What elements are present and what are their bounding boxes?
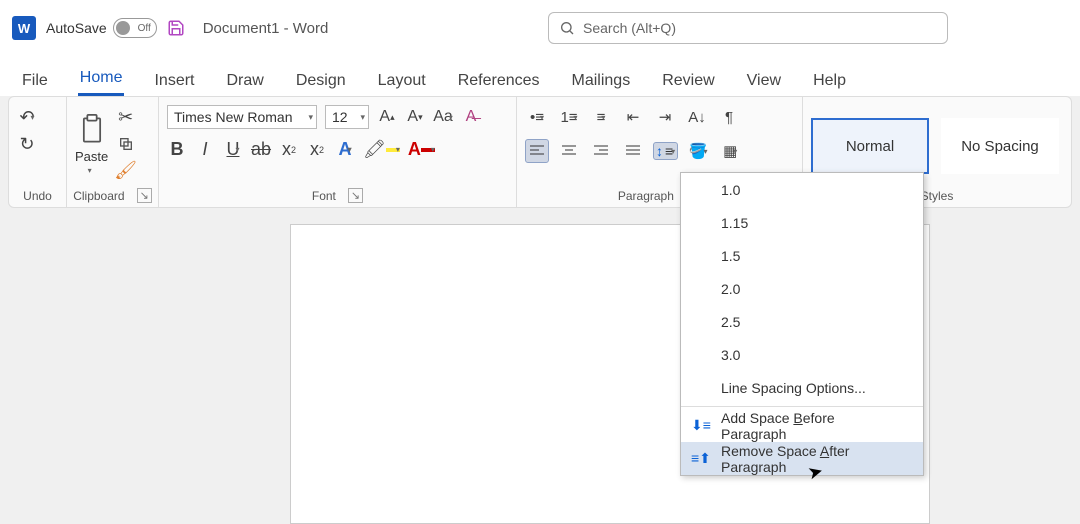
style-normal[interactable]: Normal (811, 118, 929, 174)
save-icon[interactable] (167, 19, 185, 37)
title-bar: W AutoSave Off Document1 - Word Search (… (0, 0, 1080, 56)
bullets-icon[interactable]: •≡▾ (525, 105, 549, 129)
spacing-1-0[interactable]: 1.0 (681, 173, 923, 206)
bold-icon[interactable]: B (167, 139, 187, 160)
tab-help[interactable]: Help (811, 66, 848, 96)
spacing-2-0[interactable]: 2.0 (681, 272, 923, 305)
subscript-icon[interactable]: x2 (279, 139, 299, 160)
word-app-icon: W (12, 16, 36, 40)
menu-separator (681, 406, 923, 407)
tab-mailings[interactable]: Mailings (570, 66, 633, 96)
superscript-icon[interactable]: x2 (307, 139, 327, 160)
group-label-undo: Undo (17, 187, 58, 205)
tab-review[interactable]: Review (660, 66, 716, 96)
line-spacing-options[interactable]: Line Spacing Options... (681, 371, 923, 404)
tab-home[interactable]: Home (78, 63, 125, 96)
align-center-icon[interactable] (557, 139, 581, 163)
show-marks-icon[interactable]: ¶ (717, 105, 741, 129)
autosave-control[interactable]: AutoSave Off (46, 18, 157, 38)
cut-icon[interactable]: ✂ (114, 107, 137, 128)
style-no-spacing[interactable]: No Spacing (941, 118, 1059, 174)
font-launcher[interactable]: ↘ (348, 188, 363, 203)
group-label-clipboard: Clipboard (73, 189, 124, 203)
search-placeholder: Search (Alt+Q) (583, 20, 676, 36)
chevron-down-icon: ▾ (360, 112, 365, 123)
shrink-font-icon[interactable]: A▾ (405, 108, 425, 126)
search-icon (559, 20, 575, 36)
spacing-1-5[interactable]: 1.5 (681, 239, 923, 272)
group-label-styles: Styles (921, 189, 954, 203)
tab-draw[interactable]: Draw (224, 66, 265, 96)
add-space-before-icon: ⬇≡ (691, 417, 711, 434)
spacing-2-5[interactable]: 2.5 (681, 305, 923, 338)
group-font: Times New Roman▾ 12▾ A▴ A▾ Aa▾ A̶ B I U▾… (159, 97, 517, 207)
copy-icon[interactable] (114, 136, 137, 152)
add-space-before[interactable]: ⬇≡ Add Space Before Paragraph (681, 409, 923, 442)
group-label-font: Font (312, 189, 336, 203)
document-title: Document1 - Word (203, 20, 329, 37)
highlight-icon[interactable]: 🖍▾ (363, 139, 400, 160)
increase-indent-icon[interactable]: ⇥ (653, 105, 677, 129)
clear-format-icon[interactable]: A̶ (461, 108, 481, 126)
numbering-icon[interactable]: 1≡▾ (557, 105, 581, 129)
ribbon-tabs: File Home Insert Draw Design Layout Refe… (0, 56, 1080, 96)
italic-icon[interactable]: I (195, 139, 215, 160)
chevron-down-icon: ▾ (308, 112, 313, 123)
justify-icon[interactable] (621, 139, 645, 163)
borders-icon[interactable]: ▦▾ (718, 139, 742, 163)
font-size-select[interactable]: 12▾ (325, 105, 369, 129)
autosave-label: AutoSave (46, 20, 107, 36)
add-space-before-label: Add Space Before Paragraph (721, 410, 903, 442)
sort-icon[interactable]: A↓ (685, 105, 709, 129)
multilevel-icon[interactable]: ≡▾ (589, 105, 613, 129)
change-case-icon[interactable]: Aa▾ (433, 108, 453, 126)
format-painter-icon[interactable]: 🖌 (114, 160, 137, 181)
toggle-knob (116, 21, 130, 35)
text-effects-icon[interactable]: A▾ (335, 139, 355, 160)
remove-space-after[interactable]: ≡⬆Remove Space After Paragraph (681, 442, 923, 475)
paste-label: Paste (75, 149, 108, 164)
spacing-1-15[interactable]: 1.15 (681, 206, 923, 239)
underline-icon[interactable]: U▾ (223, 139, 243, 160)
clipboard-launcher[interactable]: ↘ (137, 188, 152, 203)
align-left-icon[interactable] (525, 139, 549, 163)
font-color-icon[interactable]: A▾ (408, 139, 435, 160)
grow-font-icon[interactable]: A▴ (377, 108, 397, 126)
undo-icon[interactable]: ↶▾ (17, 107, 37, 128)
tab-references[interactable]: References (456, 66, 542, 96)
redo-icon[interactable]: ↻ (17, 134, 37, 155)
group-label-paragraph: Paragraph (618, 189, 674, 203)
search-box[interactable]: Search (Alt+Q) (548, 12, 948, 44)
group-undo: ↶▾ ↻ Undo (9, 97, 67, 207)
align-right-icon[interactable] (589, 139, 613, 163)
group-clipboard: Paste ▾ ✂ 🖌 Clipboard ↘ (67, 97, 159, 207)
tab-layout[interactable]: Layout (376, 66, 428, 96)
decrease-indent-icon[interactable]: ⇤ (621, 105, 645, 129)
shading-icon[interactable]: 🪣▾ (686, 139, 710, 163)
line-spacing-menu: 1.0 1.15 1.5 2.0 2.5 3.0 Line Spacing Op… (680, 172, 924, 476)
tab-design[interactable]: Design (294, 66, 348, 96)
font-name-select[interactable]: Times New Roman▾ (167, 105, 317, 129)
chevron-down-icon: ▾ (88, 166, 92, 175)
tab-file[interactable]: File (20, 66, 50, 96)
line-spacing-button[interactable]: ↕≡▾ (653, 142, 678, 160)
tab-insert[interactable]: Insert (152, 66, 196, 96)
autosave-state: Off (138, 23, 151, 34)
remove-space-after-icon: ≡⬆ (691, 450, 711, 467)
spacing-3-0[interactable]: 3.0 (681, 338, 923, 371)
paste-button[interactable]: Paste ▾ (75, 113, 108, 175)
tab-view[interactable]: View (745, 66, 783, 96)
strikethrough-icon[interactable]: ab (251, 139, 271, 160)
autosave-toggle[interactable]: Off (113, 18, 157, 38)
